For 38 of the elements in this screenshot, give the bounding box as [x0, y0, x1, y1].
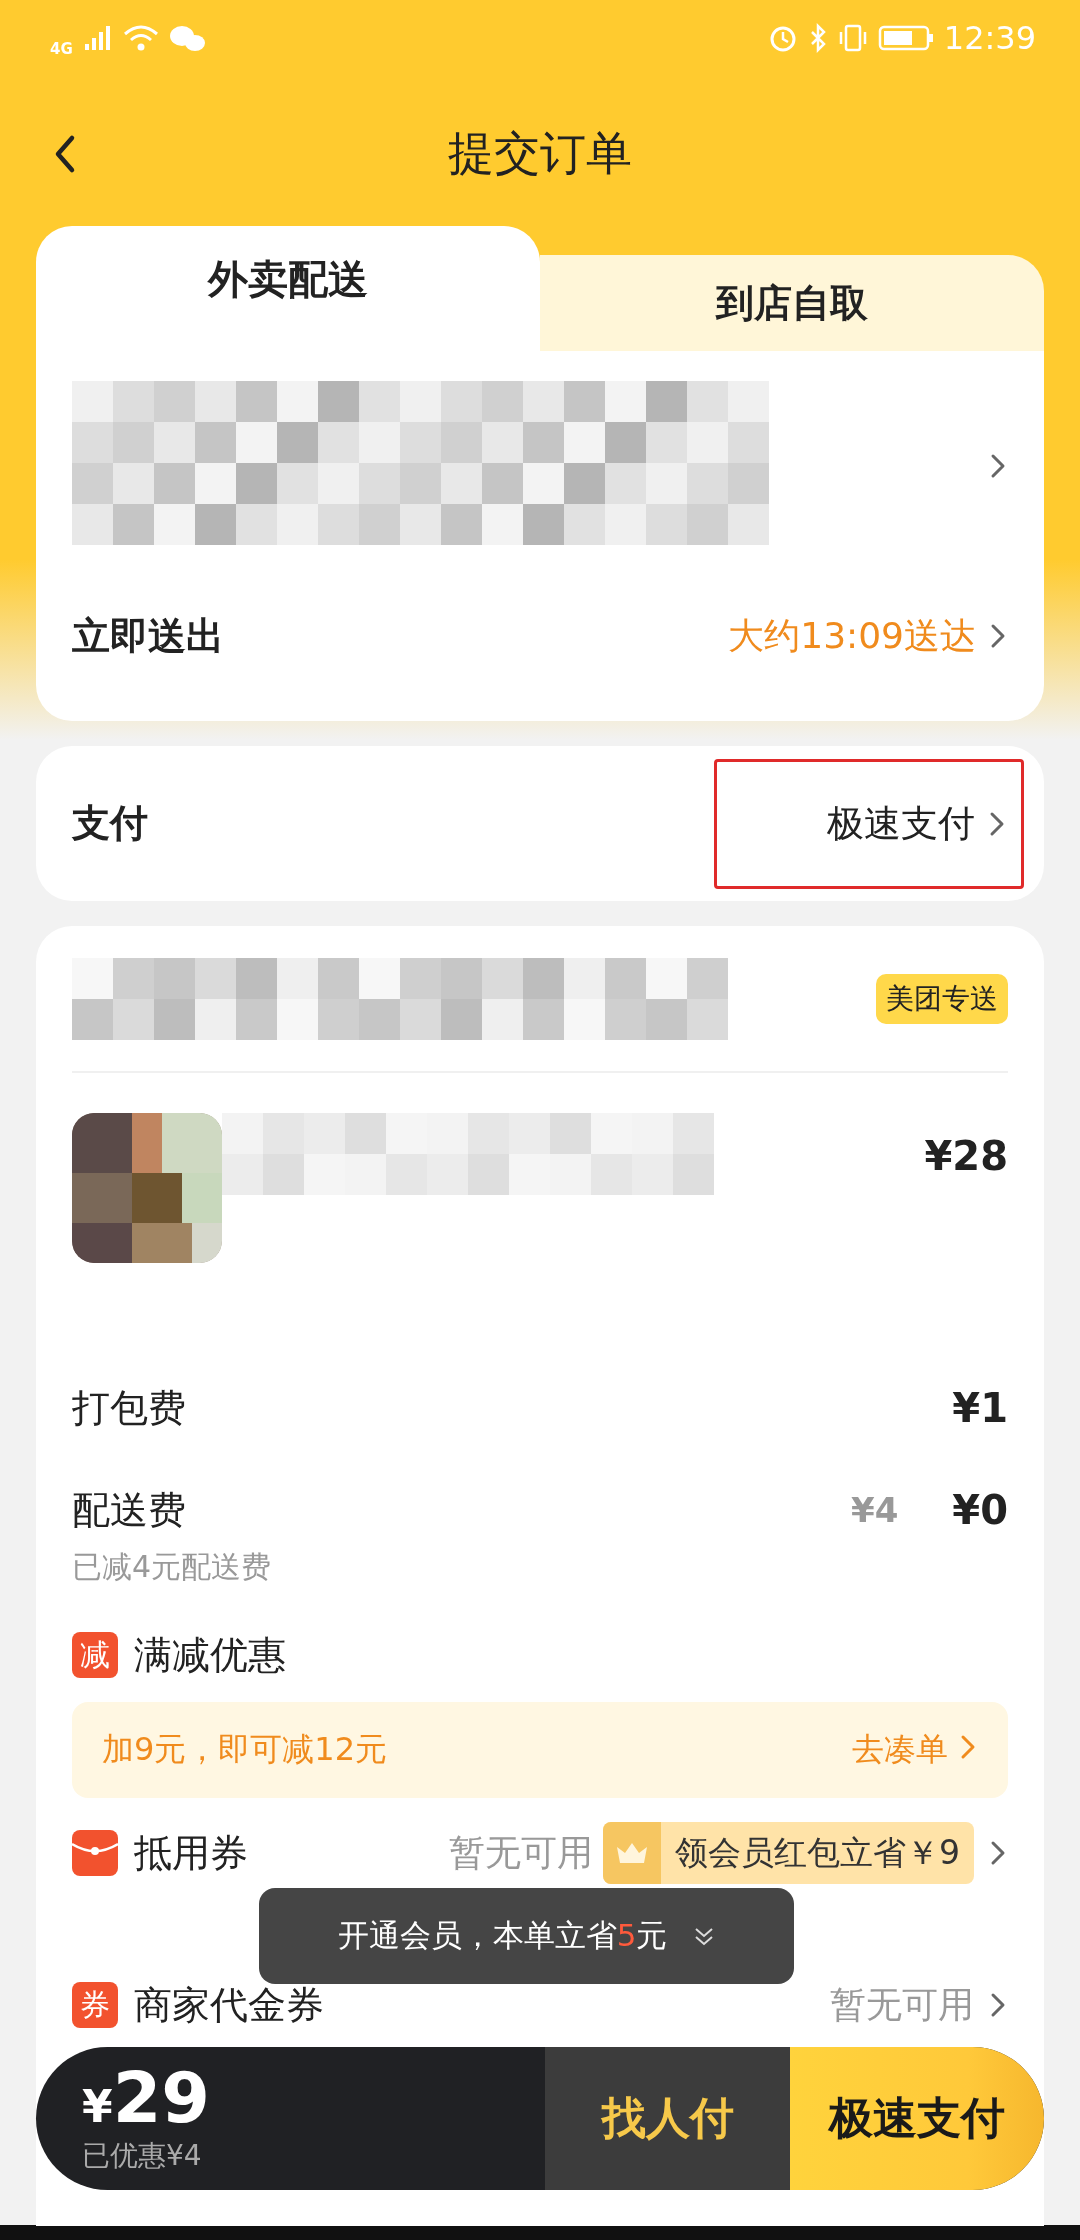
fee-amount: ¥0	[952, 1487, 1008, 1533]
discount-note: 已减4元配送费	[72, 1548, 273, 1586]
coupon-status: 暂无可用	[830, 1982, 974, 2027]
discount-label: 满减优惠	[134, 1631, 286, 1679]
battery-icon	[877, 23, 934, 53]
fee-amount: ¥1	[952, 1385, 1008, 1431]
item-price: ¥28	[924, 1133, 1008, 1181]
fee-label: 打包费	[72, 1384, 186, 1432]
clock: 12:39	[943, 19, 1036, 57]
chat-icon	[168, 23, 207, 53]
envelope-icon	[72, 1830, 118, 1876]
delivery-badge: 美团专送	[876, 973, 1008, 1024]
total-price: 29	[112, 2062, 211, 2133]
network-type: 4G	[50, 40, 73, 58]
wifi-icon	[122, 24, 159, 52]
coupon-label: 抵用券	[134, 1829, 248, 1877]
signal-icon	[82, 24, 113, 52]
saved-amount: 已优惠¥4	[82, 2137, 203, 2174]
payment-method[interactable]: 极速支付	[714, 758, 1024, 889]
payment-label: 支付	[72, 800, 148, 847]
tab[interactable]: 外卖配送	[36, 226, 540, 351]
discount-tag: 减	[72, 1632, 118, 1678]
member-offer[interactable]: 领会员红包立省￥9	[603, 1822, 974, 1884]
delivery-label: 立即送出	[72, 612, 224, 660]
ask-friend-button[interactable]: 找人付	[545, 2047, 790, 2190]
currency-sign: ¥	[82, 2080, 113, 2132]
promo-text: 加9元，即可减12元	[102, 1729, 388, 1770]
tab[interactable]: 到店自取	[540, 255, 1044, 351]
delivery-time: 大约13:09送达	[728, 613, 976, 658]
member-toast-text: 开通会员，本单立省5元	[337, 1916, 668, 1955]
coupon-label: 商家代金券	[134, 1981, 324, 2029]
coupon-status: 暂无可用	[449, 1830, 593, 1875]
pay-button[interactable]: 极速支付	[790, 2047, 1044, 2190]
original-price: ¥4	[851, 1490, 899, 1530]
voucher-tag: 券	[72, 1982, 118, 2028]
vibrate-icon	[837, 23, 868, 53]
page-title: 提交订单	[448, 125, 632, 182]
fee-label: 配送费	[72, 1486, 186, 1534]
